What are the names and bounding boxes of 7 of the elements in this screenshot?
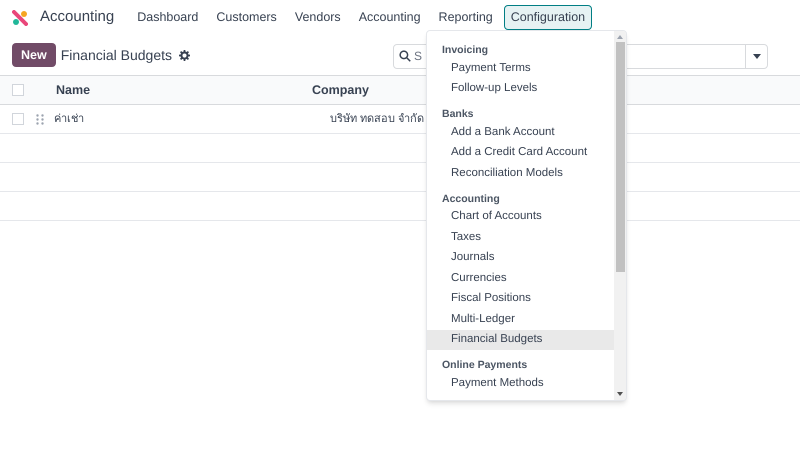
page-title: Financial Budgets xyxy=(60,46,172,65)
table-cell-text: บริษัท ทดสอบ จำกัด xyxy=(330,112,424,127)
menu-section-title: Online Payments xyxy=(441,358,528,373)
table-cell-text: ค่าเช่า xyxy=(54,112,85,127)
menu-section-title: Accounting xyxy=(441,192,501,206)
menu-section-title: Invoicing xyxy=(441,43,490,58)
menu-section-title: Banks xyxy=(441,107,475,122)
